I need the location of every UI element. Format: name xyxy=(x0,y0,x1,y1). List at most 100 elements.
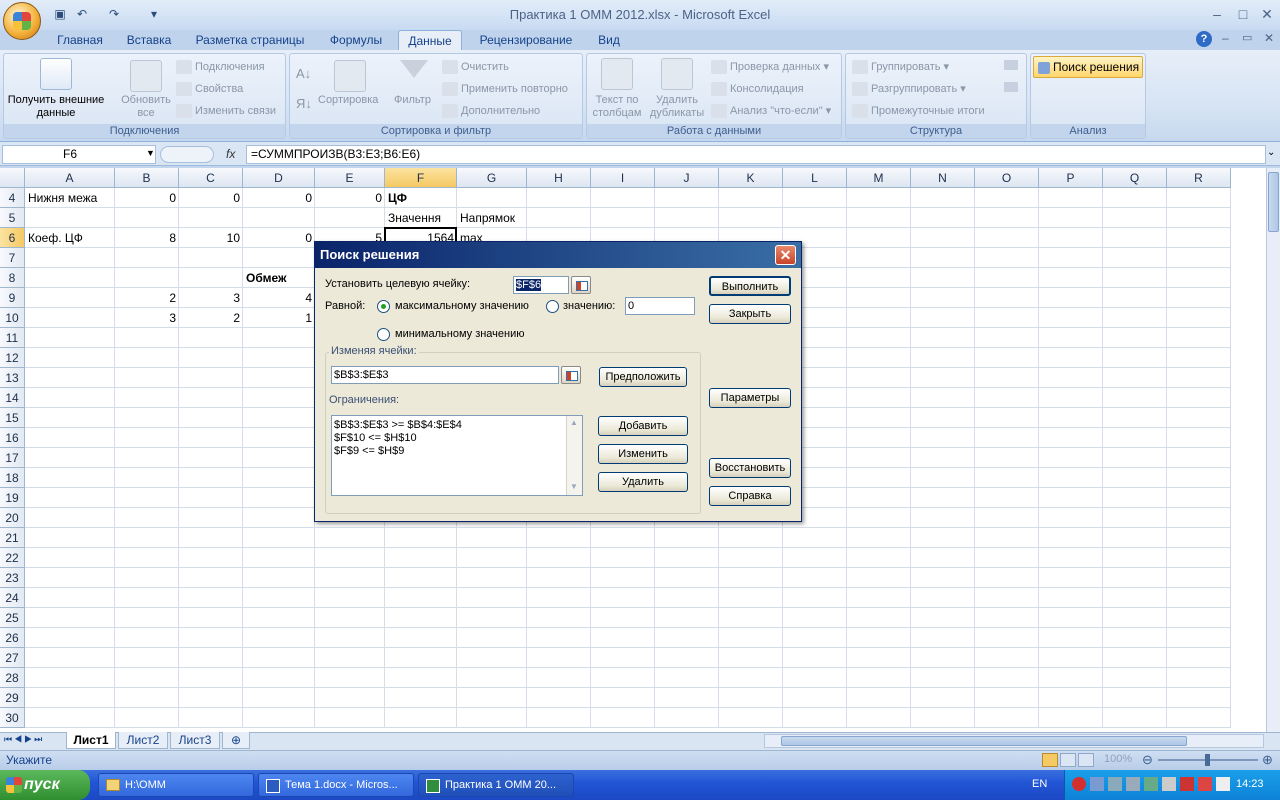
row-header[interactable]: 27 xyxy=(0,648,25,668)
row-header[interactable]: 18 xyxy=(0,468,25,488)
filter-button[interactable]: Фильтр xyxy=(394,94,431,106)
constraints-list[interactable]: $B$3:$E$3 >= $B$4:$E$4 $F$10 <= $H$10 $F… xyxy=(331,415,583,496)
row-header[interactable]: 23 xyxy=(0,568,25,588)
value-input[interactable]: 0 xyxy=(625,297,695,315)
taskbar-item-word[interactable]: Тема 1.docx - Micros... xyxy=(258,773,414,797)
insert-function-icon[interactable]: fx xyxy=(226,147,235,161)
row-header[interactable]: 9 xyxy=(0,288,25,308)
reset-all-button[interactable]: Восстановить xyxy=(709,458,791,478)
tab-home[interactable]: Главная xyxy=(48,30,112,51)
add-constraint-button[interactable]: Добавить xyxy=(598,416,688,436)
sort-za-icon[interactable]: Я↓ xyxy=(296,96,312,111)
page-break-view-icon[interactable] xyxy=(1078,753,1094,767)
cell-c9[interactable]: 3 xyxy=(179,288,243,308)
row-header[interactable]: 10 xyxy=(0,308,25,328)
normal-view-icon[interactable] xyxy=(1042,753,1058,767)
cell-f5[interactable]: Значення xyxy=(385,208,444,228)
group-button[interactable]: Группировать ▾ xyxy=(852,60,949,75)
constraint-item[interactable]: $F$10 <= $H$10 xyxy=(334,432,417,444)
hide-detail-icon[interactable] xyxy=(1004,82,1018,92)
tab-page-layout[interactable]: Разметка страницы xyxy=(188,30,312,51)
cell-a4[interactable]: Нижня межа xyxy=(25,188,100,208)
zoom-slider-handle[interactable] xyxy=(1205,754,1210,766)
cell-b6[interactable]: 8 xyxy=(115,228,179,248)
opera-icon[interactable] xyxy=(1072,777,1086,791)
row-header[interactable]: 5 xyxy=(0,208,25,228)
zoom-in-icon[interactable]: ⊕ xyxy=(1262,752,1273,768)
taskbar-item-excel[interactable]: Практика 1 ОММ 20... xyxy=(418,773,574,797)
column-header[interactable]: C xyxy=(179,168,243,188)
column-header[interactable]: Q xyxy=(1103,168,1167,188)
page-layout-view-icon[interactable] xyxy=(1060,753,1076,767)
cell-b4[interactable]: 0 xyxy=(115,188,179,208)
target-cell-ref-icon[interactable] xyxy=(571,276,591,294)
row-header[interactable]: 22 xyxy=(0,548,25,568)
help-button[interactable]: Справка xyxy=(709,486,791,506)
sheet-tab-2[interactable]: Лист2 xyxy=(118,732,168,749)
name-box-dropdown-icon[interactable]: ▼ xyxy=(146,148,155,158)
text-to-columns-button[interactable]: Текст по столбцам xyxy=(587,94,647,120)
row-header[interactable]: 28 xyxy=(0,668,25,688)
name-box[interactable]: F6 xyxy=(2,145,156,164)
clear-button[interactable]: Очистить xyxy=(442,60,509,74)
cell-a6[interactable]: Коеф. ЦФ xyxy=(25,228,86,248)
tray-misc-icon[interactable] xyxy=(1216,777,1230,791)
row-header[interactable]: 17 xyxy=(0,448,25,468)
what-if-button[interactable]: Анализ "что-если" ▾ xyxy=(711,104,831,119)
vertical-scrollbar[interactable] xyxy=(1266,168,1280,732)
delete-constraint-button[interactable]: Удалить xyxy=(598,472,688,492)
max-radio[interactable] xyxy=(377,300,390,313)
column-header[interactable]: A xyxy=(25,168,115,188)
minimize-button[interactable]: – xyxy=(1206,5,1228,23)
row-header[interactable]: 29 xyxy=(0,688,25,708)
value-radio[interactable] xyxy=(546,300,559,313)
column-header[interactable]: R xyxy=(1167,168,1231,188)
tab-insert[interactable]: Вставка xyxy=(118,30,180,51)
close-button[interactable]: ✕ xyxy=(1256,5,1278,23)
edit-links-button[interactable]: Изменить связи xyxy=(176,104,276,118)
solve-button[interactable]: Выполнить xyxy=(709,276,791,296)
subtotal-button[interactable]: Промежуточные итоги xyxy=(852,104,985,118)
tab-data[interactable]: Данные xyxy=(398,30,462,51)
help-icon[interactable]: ? xyxy=(1196,31,1212,47)
zoom-out-icon[interactable]: ⊖ xyxy=(1142,752,1153,768)
column-header[interactable]: P xyxy=(1039,168,1103,188)
row-header[interactable]: 7 xyxy=(0,248,25,268)
row-header[interactable]: 4 xyxy=(0,188,25,208)
column-header[interactable]: B xyxy=(115,168,179,188)
guess-button[interactable]: Предположить xyxy=(599,367,687,387)
network-icon[interactable] xyxy=(1090,777,1104,791)
row-header[interactable]: 12 xyxy=(0,348,25,368)
cell-d6[interactable]: 0 xyxy=(243,228,315,248)
cell-e4[interactable]: 0 xyxy=(315,188,385,208)
row-header[interactable]: 11 xyxy=(0,328,25,348)
column-header[interactable]: K xyxy=(719,168,783,188)
dialog-close-text-button[interactable]: Закрыть xyxy=(709,304,791,324)
row-header[interactable]: 20 xyxy=(0,508,25,528)
row-header[interactable]: 14 xyxy=(0,388,25,408)
min-radio[interactable] xyxy=(377,328,390,341)
remove-duplicates-button[interactable]: Удалить дубликаты xyxy=(647,94,707,120)
advanced-filter-button[interactable]: Дополнительно xyxy=(442,104,540,118)
taskbar-item-folder[interactable]: H:\ОММ xyxy=(98,773,254,797)
sheet-nav-icons[interactable]: ⏮◀▶⏭ xyxy=(4,734,44,745)
row-header[interactable]: 15 xyxy=(0,408,25,428)
changing-cells-ref-icon[interactable] xyxy=(561,366,581,384)
column-header[interactable]: D xyxy=(243,168,315,188)
cell-c6[interactable]: 10 xyxy=(179,228,243,248)
sort-button[interactable]: Сортировка xyxy=(318,94,378,106)
cell-b10[interactable]: 3 xyxy=(115,308,179,328)
language-indicator[interactable]: EN xyxy=(1032,778,1047,790)
column-header[interactable]: F xyxy=(385,168,457,188)
reapply-button[interactable]: Применить повторно xyxy=(442,82,568,96)
column-header[interactable]: H xyxy=(527,168,591,188)
column-header[interactable]: G xyxy=(457,168,527,188)
antivirus-icon[interactable] xyxy=(1180,777,1194,791)
volume-icon[interactable] xyxy=(1126,777,1140,791)
row-header[interactable]: 8 xyxy=(0,268,25,288)
zoom-level[interactable]: 100% xyxy=(1104,753,1132,765)
cell-c10[interactable]: 2 xyxy=(179,308,243,328)
formula-expand-icon[interactable]: ⌄ xyxy=(1267,147,1275,158)
cell-b9[interactable]: 2 xyxy=(115,288,179,308)
ungroup-button[interactable]: Разгруппировать ▾ xyxy=(852,82,966,97)
